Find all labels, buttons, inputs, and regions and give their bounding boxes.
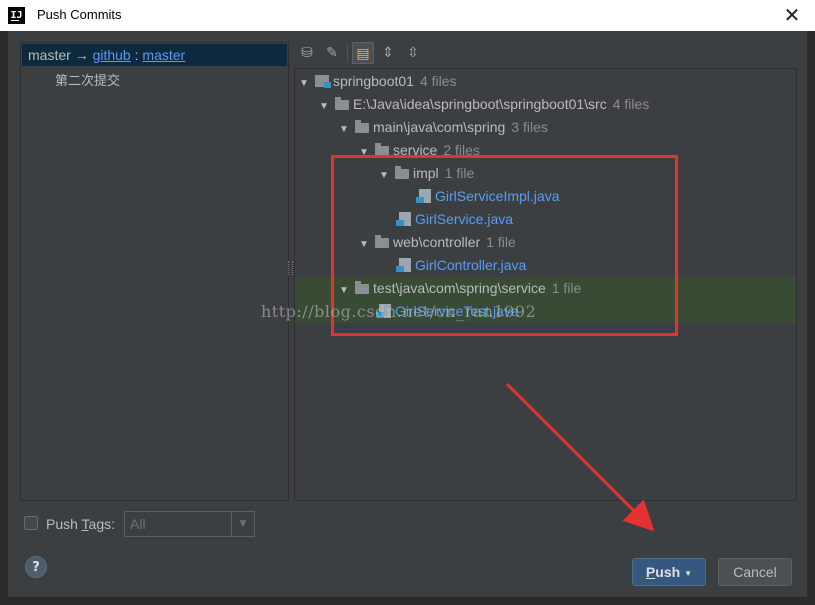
push-button[interactable]: Push ▼ bbox=[632, 558, 706, 586]
expand-arrow-icon[interactable]: ▼ bbox=[359, 141, 375, 164]
branch-row[interactable]: master → github : master bbox=[22, 44, 287, 66]
push-tags-label: Push Tags: bbox=[46, 516, 116, 532]
java-file-icon bbox=[376, 304, 391, 318]
expand-arrow-icon[interactable]: ▼ bbox=[339, 118, 355, 141]
local-branch: master bbox=[28, 47, 71, 63]
tree-node-module[interactable]: ▼ springboot01 4 files bbox=[295, 70, 796, 93]
window-title: Push Commits bbox=[37, 7, 122, 22]
group-by-directory-icon[interactable]: ▤ bbox=[352, 42, 374, 64]
remote-link[interactable]: github bbox=[93, 47, 131, 63]
tree-node-label: GirlServiceTest.java bbox=[395, 303, 519, 319]
tree-node-label: test\java\com\spring\service bbox=[373, 280, 546, 296]
tree-node-label: GirlService.java bbox=[415, 211, 514, 227]
help-button[interactable]: ? bbox=[25, 556, 47, 578]
push-tags-checkbox[interactable] bbox=[24, 516, 38, 530]
commit-item[interactable]: 第二次提交 bbox=[55, 70, 120, 89]
expand-arrow-icon[interactable]: ▼ bbox=[299, 72, 315, 95]
tags-combo-value: All bbox=[130, 516, 146, 532]
tags-combo[interactable]: All ▼ bbox=[124, 511, 255, 537]
branch-icon[interactable]: ⛁ bbox=[296, 42, 318, 64]
background-edge-right bbox=[807, 31, 815, 605]
title-bar: IJ Push Commits ✕ bbox=[0, 0, 815, 32]
tree-node-label: E:\Java\idea\springboot\springboot01\src bbox=[353, 96, 607, 112]
tree-node-folder[interactable]: ▼ impl 1 file bbox=[295, 162, 796, 185]
toolbar-separator bbox=[347, 44, 348, 62]
tree-node-label: impl bbox=[413, 165, 439, 181]
background-edge-bottom bbox=[0, 597, 815, 605]
tree-node-file[interactable]: GirlService.java bbox=[295, 208, 796, 231]
tree-node-file[interactable]: GirlServiceTest.java bbox=[295, 300, 796, 323]
tree-node-label: springboot01 bbox=[333, 73, 414, 89]
file-count: 4 files bbox=[612, 96, 650, 112]
intellij-app-icon: IJ bbox=[8, 7, 25, 24]
branch-separator: : bbox=[134, 47, 139, 63]
tree-node-folder[interactable]: ▼ E:\Java\idea\springboot\springboot01\sr… bbox=[295, 93, 796, 116]
close-button[interactable]: ✕ bbox=[769, 0, 815, 31]
tree-node-folder[interactable]: ▼ service 2 files bbox=[295, 139, 796, 162]
dropdown-arrow-icon[interactable]: ▼ bbox=[684, 569, 692, 578]
chevron-down-icon[interactable]: ▼ bbox=[231, 512, 254, 536]
tree-node-folder[interactable]: ▼ test\java\com\spring\service 1 file bbox=[295, 277, 796, 300]
expand-arrow-icon[interactable]: ▼ bbox=[319, 95, 335, 118]
folder-icon bbox=[375, 235, 389, 248]
splitter-handle[interactable] bbox=[288, 261, 293, 275]
tree-node-label: main\java\com\spring bbox=[373, 119, 506, 135]
folder-icon bbox=[375, 143, 389, 156]
edit-icon[interactable]: ✎ bbox=[321, 42, 343, 64]
background-edge-left bbox=[0, 31, 8, 605]
file-count: 1 file bbox=[444, 165, 475, 181]
folder-icon bbox=[395, 166, 409, 179]
tree-node-label: web\controller bbox=[393, 234, 481, 250]
file-count: 3 files bbox=[511, 119, 548, 135]
tree-node-file[interactable]: GirlController.java bbox=[295, 254, 796, 277]
tree-node-folder[interactable]: ▼ web\controller 1 file bbox=[295, 231, 796, 254]
java-file-icon bbox=[396, 212, 411, 226]
file-count: 2 files bbox=[443, 142, 480, 158]
remote-branch-link[interactable]: master bbox=[142, 47, 185, 63]
commits-list-panel: master → github : master 第二次提交 bbox=[20, 42, 289, 501]
tree-node-folder[interactable]: ▼ main\java\com\spring 3 files bbox=[295, 116, 796, 139]
collapse-all-icon[interactable]: ⇳ bbox=[402, 42, 424, 64]
module-icon bbox=[315, 75, 331, 88]
file-count: 1 file bbox=[486, 234, 516, 250]
tree-node-label: GirlServiceImpl.java bbox=[435, 188, 560, 204]
file-count: 1 file bbox=[551, 280, 582, 296]
branch-arrow: → bbox=[74, 47, 89, 63]
tree-node-label: service bbox=[393, 142, 438, 158]
folder-icon bbox=[355, 281, 369, 294]
expand-arrow-icon[interactable]: ▼ bbox=[359, 233, 375, 256]
folder-icon bbox=[355, 120, 369, 133]
java-file-icon bbox=[416, 189, 431, 203]
expand-arrow-icon[interactable]: ▼ bbox=[339, 279, 355, 302]
expand-all-icon[interactable]: ⇕ bbox=[377, 42, 399, 64]
push-commits-dialog: master → github : master 第二次提交 ⛁ ✎ ▤ ⇕ ⇳… bbox=[8, 31, 807, 597]
java-file-icon bbox=[396, 258, 411, 272]
folder-icon bbox=[335, 97, 349, 110]
file-count: 4 files bbox=[419, 73, 457, 89]
tree-node-file[interactable]: GirlServiceImpl.java bbox=[295, 185, 796, 208]
changes-tree: ▼ springboot01 4 files ▼ E:\Java\idea\sprin… bbox=[294, 68, 797, 501]
expand-arrow-icon[interactable]: ▼ bbox=[379, 164, 395, 187]
cancel-button[interactable]: Cancel bbox=[718, 558, 792, 586]
tree-node-label: GirlController.java bbox=[415, 257, 527, 273]
